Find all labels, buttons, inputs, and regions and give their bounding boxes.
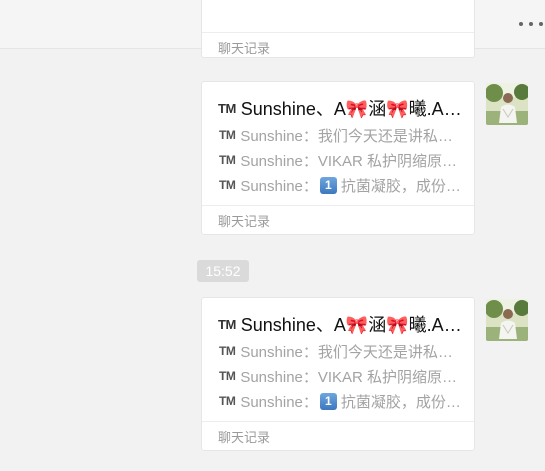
tm-icon: TM xyxy=(219,369,236,383)
chat-window: 聊天记录 TM Sunshine、A🎀涵🎀曦.Ann… TM Sunshine：… xyxy=(0,0,545,471)
card-title: TM Sunshine、A🎀涵🎀曦.Ann… xyxy=(218,96,468,120)
user-avatar-icon[interactable] xyxy=(486,83,528,125)
preview-line: TM Sunshine：VIKAR 私护阴缩原… xyxy=(219,368,458,386)
tm-icon: TM xyxy=(218,316,236,332)
card-title-text: Sunshine、A🎀涵🎀曦.Ann… xyxy=(240,315,468,335)
preview-line: TM Sunshine：我们今天还是讲私护… xyxy=(219,127,467,145)
card-footer: 聊天记录 xyxy=(202,205,474,235)
tm-icon: TM xyxy=(218,100,236,116)
card-title: TM Sunshine、A🎀涵🎀曦.Ann… xyxy=(218,312,468,336)
chat-history-card[interactable]: TM Sunshine、A🎀涵🎀曦.Ann… TM Sunshine：我们今天还… xyxy=(201,297,475,451)
tm-icon: TM xyxy=(219,128,236,142)
tm-icon: TM xyxy=(219,178,236,192)
tm-icon: TM xyxy=(219,394,236,408)
tm-icon: TM xyxy=(219,153,236,167)
preview-line: TM Sunshine： 1 抗菌凝胶，成份… xyxy=(219,392,461,411)
preview-line: TM Sunshine： 1 抗菌凝胶，成份… xyxy=(219,176,461,195)
preview-line: TM Sunshine：我们今天还是讲私护… xyxy=(219,343,467,361)
card-footer: 聊天记录 xyxy=(202,32,474,62)
preview-line: TM Sunshine：VIKAR 私护阴缩原… xyxy=(219,152,458,170)
more-dots-icon[interactable] xyxy=(519,14,543,34)
chat-history-label: 聊天记录 xyxy=(218,214,271,229)
tm-icon: TM xyxy=(219,344,236,358)
time-separator: 15:52 xyxy=(197,260,249,282)
card-footer: 聊天记录 xyxy=(202,421,474,451)
chat-history-card-partial[interactable]: 聊天记录 xyxy=(201,0,475,58)
keycap-one-icon: 1 xyxy=(319,392,337,410)
keycap-one-icon: 1 xyxy=(319,176,337,194)
chat-history-label: 聊天记录 xyxy=(218,41,271,56)
card-title-text: Sunshine、A🎀涵🎀曦.Ann… xyxy=(240,99,468,119)
chat-history-label: 聊天记录 xyxy=(218,430,271,445)
user-avatar-icon[interactable] xyxy=(486,299,528,341)
chat-history-card[interactable]: TM Sunshine、A🎀涵🎀曦.Ann… TM Sunshine：我们今天还… xyxy=(201,81,475,235)
